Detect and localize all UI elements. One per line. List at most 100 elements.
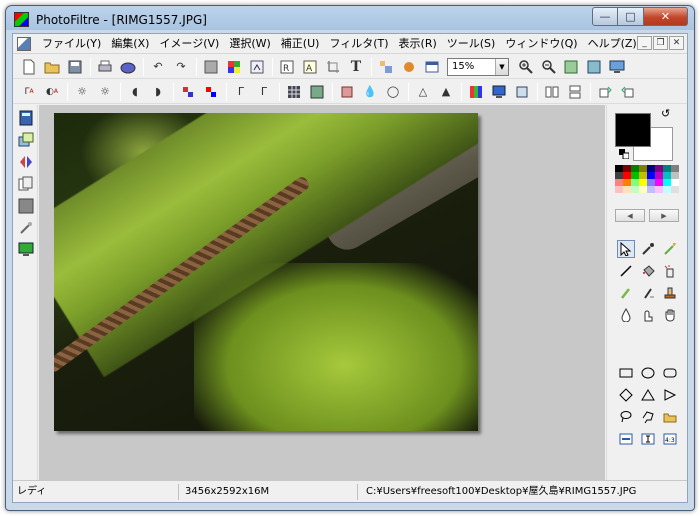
menu-window[interactable]: ウィンドウ(Q) bbox=[500, 35, 582, 53]
palette-swatch[interactable] bbox=[671, 186, 679, 193]
screen-capture-icon[interactable] bbox=[17, 241, 35, 259]
contrast-minus-icon[interactable]: ◖ bbox=[125, 82, 145, 102]
zoom-select[interactable]: 15% ▼ bbox=[447, 57, 509, 76]
palette-swatch[interactable] bbox=[623, 165, 631, 172]
menu-image[interactable]: イメージ(V) bbox=[154, 35, 224, 53]
save-icon[interactable] bbox=[65, 57, 85, 77]
palette-swatch[interactable] bbox=[671, 172, 679, 179]
triangle-shape-icon[interactable] bbox=[639, 386, 657, 404]
gamma-plus-icon[interactable]: Γ bbox=[254, 82, 274, 102]
fullscreen-icon[interactable] bbox=[607, 57, 627, 77]
photofiltre-app-icon[interactable] bbox=[14, 12, 29, 27]
grid-filter-icon[interactable] bbox=[284, 82, 304, 102]
emboss-icon[interactable] bbox=[337, 82, 357, 102]
brush-icon[interactable] bbox=[617, 284, 635, 302]
palette-swatch[interactable] bbox=[631, 172, 639, 179]
zoom-in-icon[interactable] bbox=[515, 57, 535, 77]
palette-next-button[interactable]: ▶ bbox=[649, 209, 679, 222]
palette-swatch[interactable] bbox=[655, 165, 663, 172]
menu-file[interactable]: ファイル(Y) bbox=[37, 35, 106, 53]
palette-swatch[interactable] bbox=[647, 179, 655, 186]
contrast-plus-icon[interactable]: ◗ bbox=[148, 82, 168, 102]
color-palette-icon[interactable] bbox=[224, 57, 244, 77]
selection-mode-icon[interactable] bbox=[617, 430, 635, 448]
doc-restore-button[interactable]: ❐ bbox=[653, 36, 668, 50]
magic-wand-icon[interactable] bbox=[661, 240, 679, 258]
flip-vertical-icon[interactable] bbox=[565, 82, 585, 102]
texture-filter-icon[interactable] bbox=[307, 82, 327, 102]
palette-swatch[interactable] bbox=[639, 165, 647, 172]
menu-help[interactable]: ヘルプ(Z) bbox=[583, 35, 642, 53]
blur-drop-icon[interactable] bbox=[617, 306, 635, 324]
palette-swatch[interactable] bbox=[671, 179, 679, 186]
palette-swatch[interactable] bbox=[647, 165, 655, 172]
palette-swatch[interactable] bbox=[615, 186, 623, 193]
advanced-brush-icon[interactable] bbox=[639, 284, 657, 302]
image-size-icon[interactable]: R bbox=[277, 57, 297, 77]
chevron-down-icon[interactable]: ▼ bbox=[495, 58, 508, 75]
color-balance-icon[interactable] bbox=[466, 82, 486, 102]
soften-icon[interactable]: 💧 bbox=[360, 82, 380, 102]
palette-prev-button[interactable]: ◀ bbox=[615, 209, 645, 222]
menu-adjust[interactable]: 補正(U) bbox=[276, 35, 325, 53]
magic-effect-icon[interactable] bbox=[17, 219, 35, 237]
palette-swatch[interactable] bbox=[671, 165, 679, 172]
crop-icon[interactable] bbox=[323, 57, 343, 77]
palette-swatch[interactable] bbox=[615, 179, 623, 186]
rectangle-shape-icon[interactable] bbox=[617, 364, 635, 382]
rotate-right-icon[interactable] bbox=[618, 82, 638, 102]
reset-colors-icon[interactable] bbox=[619, 149, 629, 159]
palette-swatch[interactable] bbox=[631, 186, 639, 193]
rotate-left-icon[interactable] bbox=[595, 82, 615, 102]
mirror-icon[interactable] bbox=[17, 153, 35, 171]
palette-swatch[interactable] bbox=[631, 165, 639, 172]
color-palette[interactable] bbox=[615, 165, 679, 193]
smudge-finger-icon[interactable] bbox=[639, 306, 657, 324]
menu-view[interactable]: 表示(R) bbox=[394, 35, 442, 53]
explorer-icon[interactable] bbox=[376, 57, 396, 77]
load-shape-icon[interactable] bbox=[661, 408, 679, 426]
line-icon[interactable] bbox=[617, 262, 635, 280]
calculator-icon[interactable] bbox=[17, 109, 35, 127]
palette-swatch[interactable] bbox=[615, 172, 623, 179]
layers-icon[interactable] bbox=[17, 131, 35, 149]
paint-bucket-icon[interactable] bbox=[639, 262, 657, 280]
image-workspace[interactable] bbox=[39, 105, 605, 480]
hand-icon[interactable] bbox=[661, 306, 679, 324]
document-icon[interactable] bbox=[17, 36, 31, 51]
sharpen-more-icon[interactable]: ▲ bbox=[436, 82, 456, 102]
text-selection-icon[interactable] bbox=[639, 430, 657, 448]
menu-tools[interactable]: ツール(S) bbox=[442, 35, 501, 53]
undo-icon[interactable]: ↶ bbox=[148, 57, 168, 77]
zoom-out-icon[interactable] bbox=[538, 57, 558, 77]
palette-swatch[interactable] bbox=[655, 172, 663, 179]
doc-close-button[interactable]: ✕ bbox=[669, 36, 684, 50]
palette-swatch[interactable] bbox=[639, 179, 647, 186]
polygon-lasso-icon[interactable] bbox=[639, 408, 657, 426]
doc-minimize-button[interactable]: _ bbox=[637, 36, 652, 50]
brightness-plus-icon[interactable]: ☼ bbox=[95, 82, 115, 102]
flip-horizontal-icon[interactable] bbox=[542, 82, 562, 102]
palette-swatch[interactable] bbox=[663, 172, 671, 179]
auto-levels-icon[interactable]: ΓA bbox=[19, 82, 39, 102]
palette-swatch[interactable] bbox=[655, 179, 663, 186]
saturation-minus-icon[interactable] bbox=[178, 82, 198, 102]
diamond-shape-icon[interactable] bbox=[617, 386, 635, 404]
stamp-icon[interactable] bbox=[661, 284, 679, 302]
blur-icon[interactable]: ◯ bbox=[383, 82, 403, 102]
ellipse-shape-icon[interactable] bbox=[639, 364, 657, 382]
menu-edit[interactable]: 編集(X) bbox=[106, 35, 154, 53]
scanner-icon[interactable] bbox=[118, 57, 138, 77]
menu-selection[interactable]: 選択(W) bbox=[224, 35, 275, 53]
menu-filter[interactable]: フィルタ(T) bbox=[324, 35, 393, 53]
title-bar[interactable]: PhotoFiltre - [RIMG1557.JPG] — □ ✕ bbox=[6, 6, 694, 32]
lasso-icon[interactable] bbox=[617, 408, 635, 426]
minimize-button[interactable]: — bbox=[592, 7, 618, 26]
window-icon[interactable] bbox=[422, 57, 442, 77]
palette-swatch[interactable] bbox=[655, 186, 663, 193]
grayscale-icon[interactable] bbox=[201, 57, 221, 77]
text-icon[interactable]: T bbox=[346, 57, 366, 77]
spray-icon[interactable] bbox=[661, 262, 679, 280]
canvas-size-icon[interactable]: A bbox=[300, 57, 320, 77]
print-icon[interactable] bbox=[95, 57, 115, 77]
